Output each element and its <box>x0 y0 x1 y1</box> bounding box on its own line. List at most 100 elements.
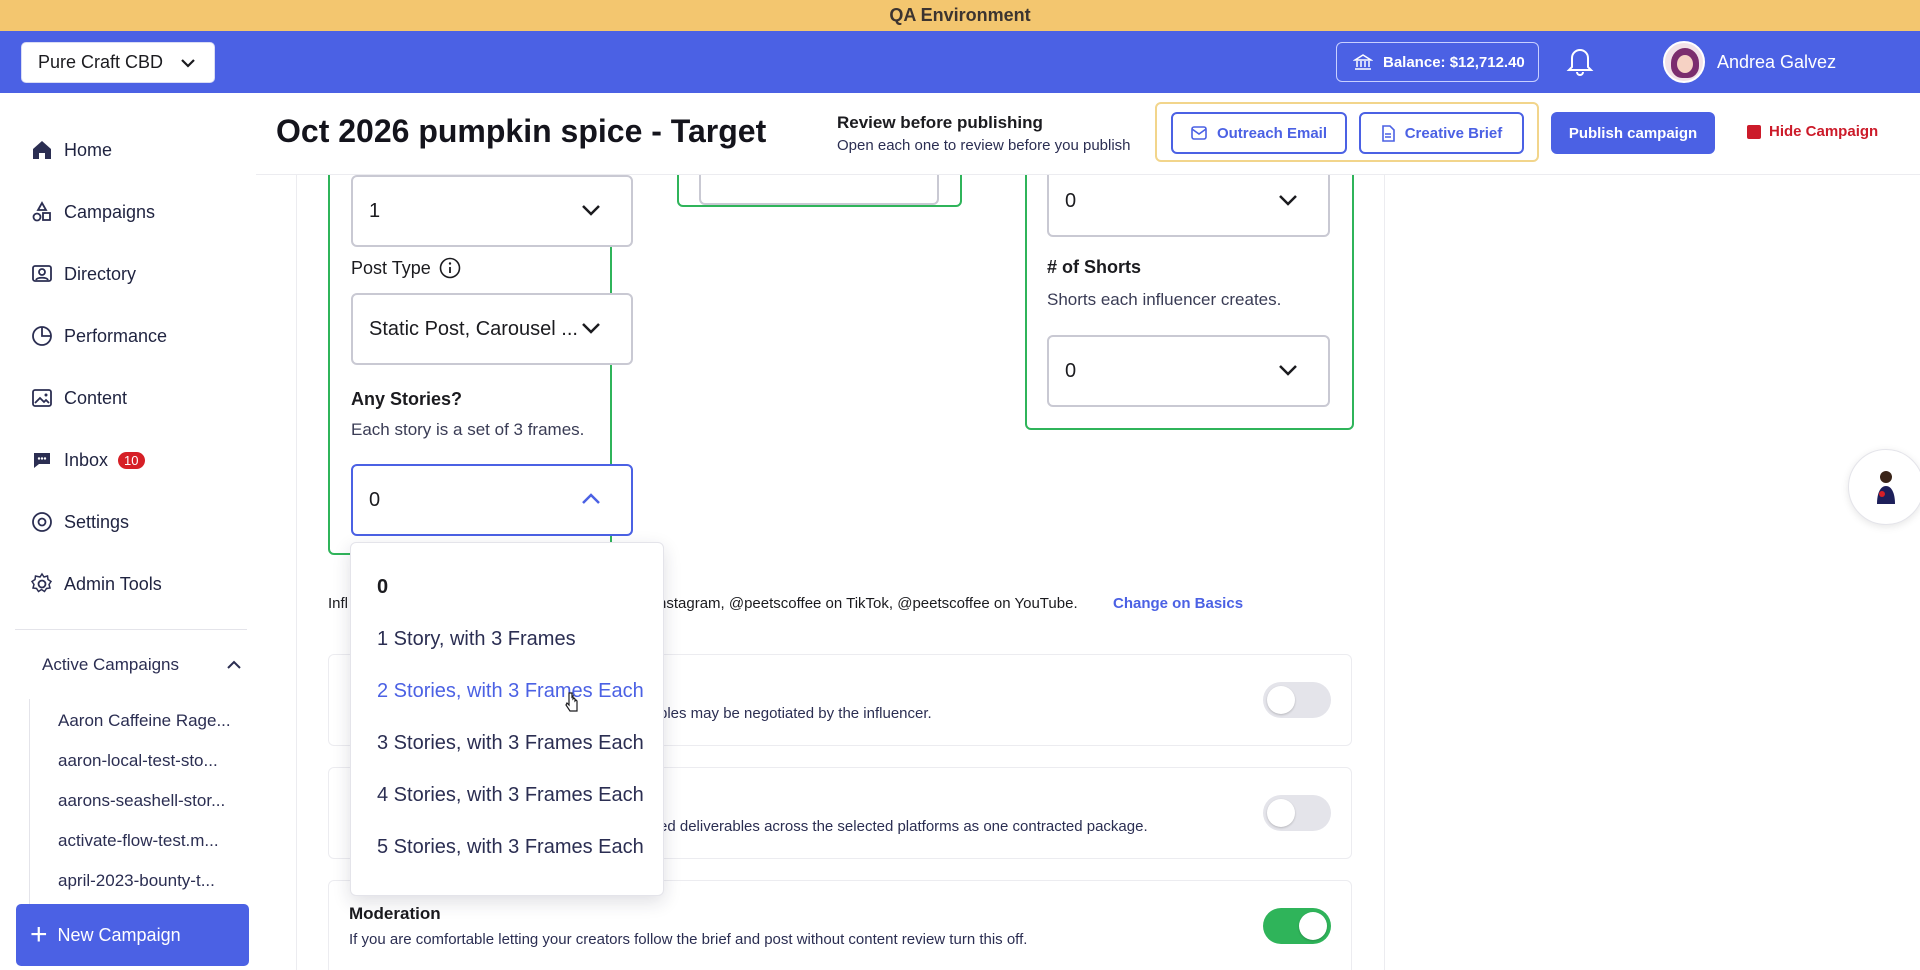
stories-option[interactable]: 4 Stories, with 3 Frames Each <box>377 784 644 807</box>
balance-button[interactable]: Balance: $12,712.40 <box>1336 42 1539 82</box>
user-name: Andrea Galvez <box>1717 51 1837 72</box>
content-lane-left <box>296 175 297 970</box>
brand-select-value: Pure Craft CBD <box>38 52 164 72</box>
stories-option[interactable]: 0 <box>377 576 388 599</box>
change-on-basics-link[interactable]: Change on Basics <box>1113 595 1243 612</box>
sidebar-item-label: Home <box>64 139 113 160</box>
balance-text: Balance: $12,712.40 <box>1383 53 1525 71</box>
stories-select[interactable]: 0 <box>351 464 633 536</box>
bank-icon <box>1353 54 1373 70</box>
user-menu[interactable]: Andrea Galvez <box>1663 41 1836 83</box>
stories-option[interactable]: 3 Stories, with 3 Frames Each <box>377 732 644 755</box>
admin-tools-icon <box>30 572 53 593</box>
campaign-list-item[interactable]: Aaron Caffeine Rage... <box>58 711 231 731</box>
stories-option[interactable]: 5 Stories, with 3 Frames Each <box>377 836 644 859</box>
moderation-title: Moderation <box>349 904 441 923</box>
stories-subtitle: Each story is a set of 3 frames. <box>351 420 585 439</box>
avatar <box>1663 41 1705 83</box>
sidebar-item-label: Admin Tools <box>64 573 162 594</box>
environment-banner: QA Environment <box>0 0 1920 31</box>
outreach-email-label: Outreach Email <box>1216 124 1328 142</box>
sidebar-item-content[interactable]: Content <box>30 383 127 413</box>
review-title: Review before publishing <box>837 113 1043 132</box>
assistant-launcher-button[interactable] <box>1848 449 1920 525</box>
new-campaign-label: New Campaign <box>57 924 181 945</box>
chevron-up-icon <box>227 660 241 669</box>
bell-icon[interactable] <box>1566 45 1594 77</box>
stories-option[interactable]: 2 Stories, with 3 Frames Each <box>377 680 644 703</box>
campaign-list-item[interactable]: aarons-seashell-stor... <box>58 791 225 811</box>
stories-dropdown-menu: 0 1 Story, with 3 Frames 2 Stories, with… <box>350 542 664 896</box>
youtube-videos-value: 0 <box>1065 189 1077 212</box>
stories-select-value: 0 <box>369 488 381 511</box>
hide-campaign-button[interactable]: Hide Campaign <box>1747 123 1878 140</box>
stories-option[interactable]: 1 Story, with 3 Frames <box>377 628 576 651</box>
post-type-value: Static Post, Carousel ... <box>369 317 578 340</box>
mouse-cursor-icon <box>565 692 578 712</box>
sidebar-item-label: Campaigns <box>64 201 156 222</box>
info-icon[interactable] <box>439 257 461 279</box>
hide-icon <box>1747 124 1761 139</box>
active-campaigns-toggle[interactable]: Active Campaigns <box>42 655 242 675</box>
assistant-avatar-icon <box>1877 471 1895 504</box>
brand-select[interactable]: Pure Craft CBD <box>21 42 215 83</box>
active-campaigns-label: Active Campaigns <box>42 655 180 674</box>
handles-info-text: nstagram, @peetscoffee on TikTok, @peets… <box>658 595 1078 612</box>
sidebar-item-label: Performance <box>64 325 168 346</box>
posts-count-select[interactable]: 1 <box>351 175 633 247</box>
content-lane-right <box>1384 175 1385 970</box>
environment-banner-text: QA Environment <box>889 5 1031 25</box>
negotiable-deliverables-toggle[interactable] <box>1263 682 1331 718</box>
performance-icon <box>32 326 52 346</box>
hide-campaign-label: Hide Campaign <box>1769 123 1879 140</box>
sidebar-item-admin-tools[interactable]: Admin Tools <box>30 569 162 599</box>
outreach-email-button[interactable]: Outreach Email <box>1171 112 1347 154</box>
bundle-deliverables-description: ed deliverables across the selected plat… <box>659 818 1148 835</box>
chevron-down-icon <box>1279 195 1297 206</box>
youtube-videos-select[interactable]: 0 <box>1047 175 1330 237</box>
bundle-deliverables-toggle[interactable] <box>1263 795 1331 831</box>
sidebar-item-performance[interactable]: Performance <box>30 321 167 351</box>
settings-icon <box>32 512 52 532</box>
post-type-select[interactable]: Static Post, Carousel ... <box>351 293 633 365</box>
moderation-toggle[interactable] <box>1263 908 1331 944</box>
toggle-knob <box>1267 799 1295 827</box>
sidebar-item-home[interactable]: Home <box>30 135 112 165</box>
chevron-up-icon <box>582 493 600 504</box>
publish-campaign-button[interactable]: Publish campaign <box>1551 112 1715 154</box>
campaign-list-item[interactable]: april-2023-bounty-t... <box>58 871 215 891</box>
review-subtitle: Open each one to review before you publi… <box>837 137 1131 154</box>
inbox-count-badge: 10 <box>118 451 145 469</box>
moderation-description: If you are comfortable letting your crea… <box>349 931 1028 948</box>
negotiable-deliverables-description: bles may be negotiated by the influencer… <box>659 705 932 722</box>
toggle-knob <box>1299 912 1327 940</box>
chevron-down-icon <box>1279 365 1297 376</box>
sidebar-item-settings[interactable]: Settings <box>30 507 129 537</box>
campaign-header: Oct 2026 pumpkin spice - Target Review b… <box>256 93 1920 175</box>
top-bar: Pure Craft CBD Balance: $12,712.40 Andre… <box>0 31 1920 93</box>
campaign-list-item[interactable]: activate-flow-test.m... <box>58 831 219 851</box>
toggle-knob <box>1267 686 1295 714</box>
sidebar: Home Campaigns Directory Performance Con… <box>0 93 256 970</box>
sidebar-item-label: Inbox <box>64 449 109 470</box>
sidebar-divider <box>15 629 247 630</box>
directory-icon <box>32 265 52 282</box>
post-type-label: Post Type <box>351 257 461 279</box>
sidebar-item-campaigns[interactable]: Campaigns <box>30 197 155 227</box>
shorts-count-select[interactable]: 0 <box>1047 335 1330 407</box>
chevron-down-icon <box>582 205 600 216</box>
home-icon <box>33 141 51 159</box>
campaign-list-item[interactable]: aaron-local-test-sto... <box>58 751 218 771</box>
new-campaign-button[interactable]: + New Campaign <box>16 904 249 966</box>
post-type-label-text: Post Type <box>351 257 431 278</box>
handles-info-prefix: Infl <box>328 595 349 612</box>
creative-brief-button[interactable]: Creative Brief <box>1359 112 1524 154</box>
document-icon <box>1381 124 1395 142</box>
tiktok-count-select[interactable]: 0 <box>699 175 939 205</box>
chevron-down-icon <box>181 59 195 68</box>
page-title: Oct 2026 pumpkin spice - Target <box>276 113 767 149</box>
inbox-icon <box>34 453 50 468</box>
sidebar-item-directory[interactable]: Directory <box>30 259 136 289</box>
creative-brief-label: Creative Brief <box>1404 124 1503 142</box>
sidebar-item-inbox[interactable]: Inbox 10 <box>30 445 145 475</box>
